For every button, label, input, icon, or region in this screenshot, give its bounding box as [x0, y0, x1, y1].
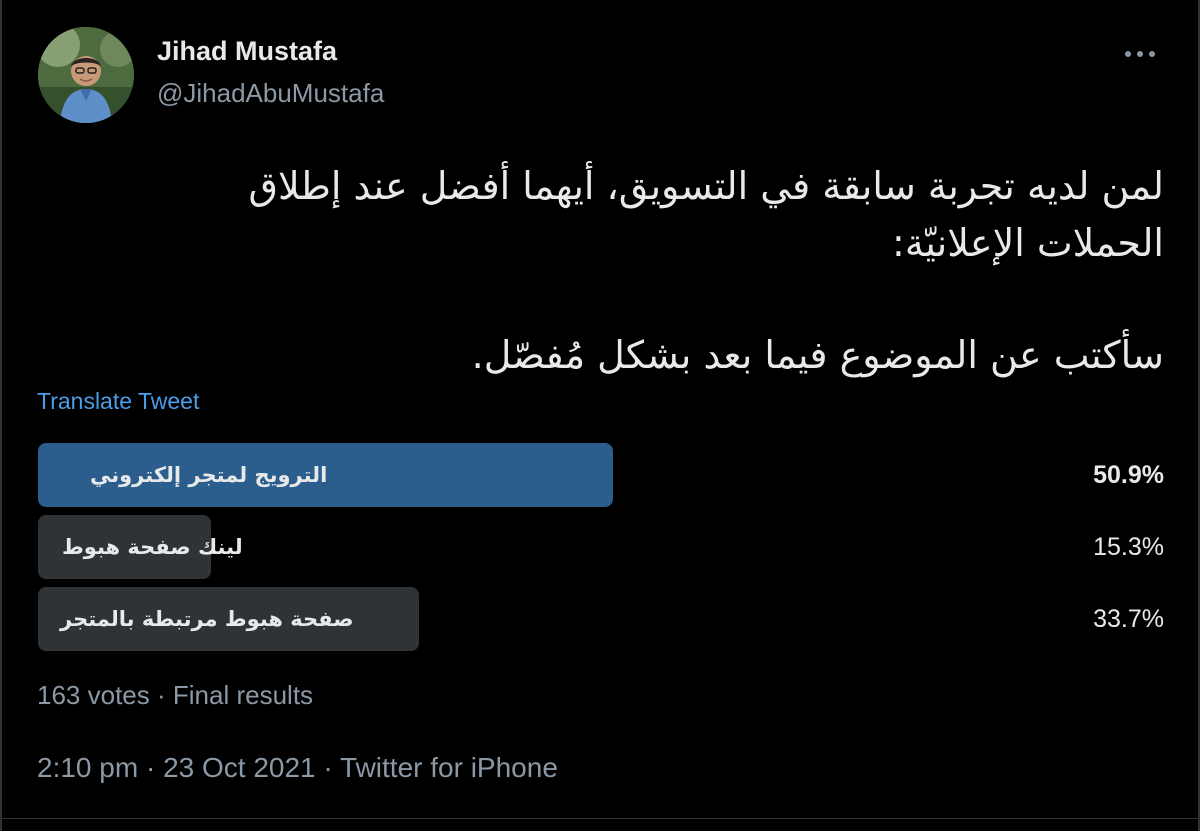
separator: · [145, 752, 156, 783]
tweet-source[interactable]: Twitter for iPhone [340, 752, 558, 783]
author-name[interactable]: Jihad Mustafa [157, 36, 337, 67]
more-options-button[interactable] [1122, 40, 1158, 68]
tweet-text-line: لمن لديه تجربة سابقة في التسويق، أيهما أ… [248, 164, 1164, 208]
poll-option-percent: 33.7% [1093, 605, 1164, 633]
poll-option-percent: 50.9% [1093, 461, 1164, 489]
tweet-card: Jihad Mustafa @JihadAbuMustafa لمن لديه … [0, 0, 1200, 831]
author-handle[interactable]: @JihadAbuMustafa [157, 78, 384, 109]
tweet-timestamp: 2:10 pm · 23 Oct 2021 · Twitter for iPho… [37, 752, 558, 784]
tweet-text-line: سأكتب عن الموضوع فيما بعد بشكل مُفصّل. [471, 333, 1164, 377]
poll-vote-count: 163 votes [37, 680, 150, 710]
poll-option-label: الترويج لمتجر إلكتروني [90, 463, 328, 487]
poll-results-summary: 163 votes · Final results [37, 680, 313, 711]
tweet-text-line: الحملات الإعلانيّة: [892, 221, 1164, 265]
user-avatar-image [38, 27, 134, 123]
poll-option: الترويج لمتجر إلكتروني 50.9% [38, 443, 1164, 507]
translate-tweet-link[interactable]: Translate Tweet [37, 388, 199, 415]
poll-option: لينك صفحة هبوط 15.3% [38, 515, 1164, 579]
poll-option-label: لينك صفحة هبوط [62, 535, 243, 559]
more-horizontal-icon [1125, 51, 1155, 57]
poll-option-label: صفحة هبوط مرتبطة بالمتجر [60, 607, 354, 631]
divider [2, 818, 1198, 819]
separator: · [323, 752, 333, 783]
poll-status: Final results [172, 680, 314, 710]
tweet-date[interactable]: 23 Oct 2021 [163, 752, 316, 783]
tweet-text: لمن لديه تجربة سابقة في التسويق، أيهما أ… [38, 158, 1164, 384]
poll-option: صفحة هبوط مرتبطة بالمتجر 33.7% [38, 587, 1164, 651]
separator: · [156, 680, 166, 710]
tweet-time[interactable]: 2:10 pm [37, 752, 138, 783]
poll-option-percent: 15.3% [1093, 533, 1164, 561]
author-avatar[interactable] [38, 27, 134, 123]
